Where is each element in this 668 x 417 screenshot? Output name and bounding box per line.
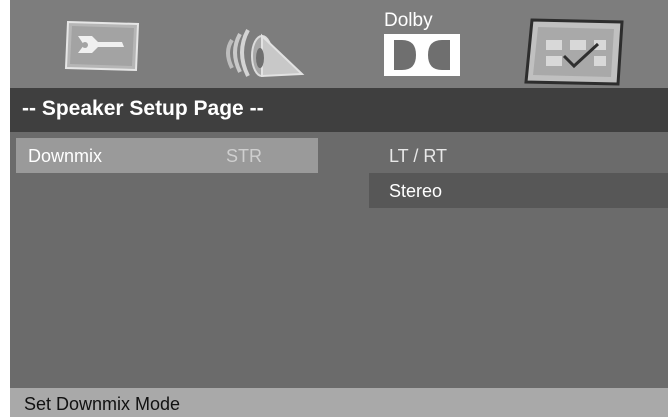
option-stereo[interactable]: Stereo bbox=[369, 173, 668, 208]
menu-item-label: Downmix bbox=[28, 146, 103, 166]
page-title: -- Speaker Setup Page -- bbox=[22, 97, 264, 120]
option-lt-rt[interactable]: LT / RT bbox=[369, 138, 668, 173]
menu-item-downmix[interactable]: Downmix STR bbox=[16, 138, 318, 173]
status-bar: Set Downmix Mode bbox=[10, 388, 668, 417]
tab-speaker-setup[interactable] bbox=[190, 0, 350, 88]
status-text: Set Downmix Mode bbox=[24, 394, 181, 414]
menu-tab-bar: Dolby bbox=[10, 0, 668, 88]
page-header: -- Speaker Setup Page -- bbox=[10, 88, 668, 132]
speaker-icon bbox=[226, 29, 305, 78]
general-setup-icon bbox=[64, 20, 140, 72]
dolby-icon bbox=[384, 34, 460, 76]
osd-panel: Dolby -- Speaker Setup Page -- Downmix S… bbox=[10, 0, 668, 417]
tab-general-setup[interactable] bbox=[40, 0, 180, 88]
preference-check-icon bbox=[524, 18, 624, 86]
tab-dolby-setup[interactable]: Dolby bbox=[360, 0, 480, 88]
menu-item-value: STR bbox=[226, 146, 262, 166]
option-label: LT / RT bbox=[389, 146, 448, 166]
tab-preference-setup[interactable] bbox=[500, 0, 650, 88]
option-label: Stereo bbox=[389, 181, 443, 201]
